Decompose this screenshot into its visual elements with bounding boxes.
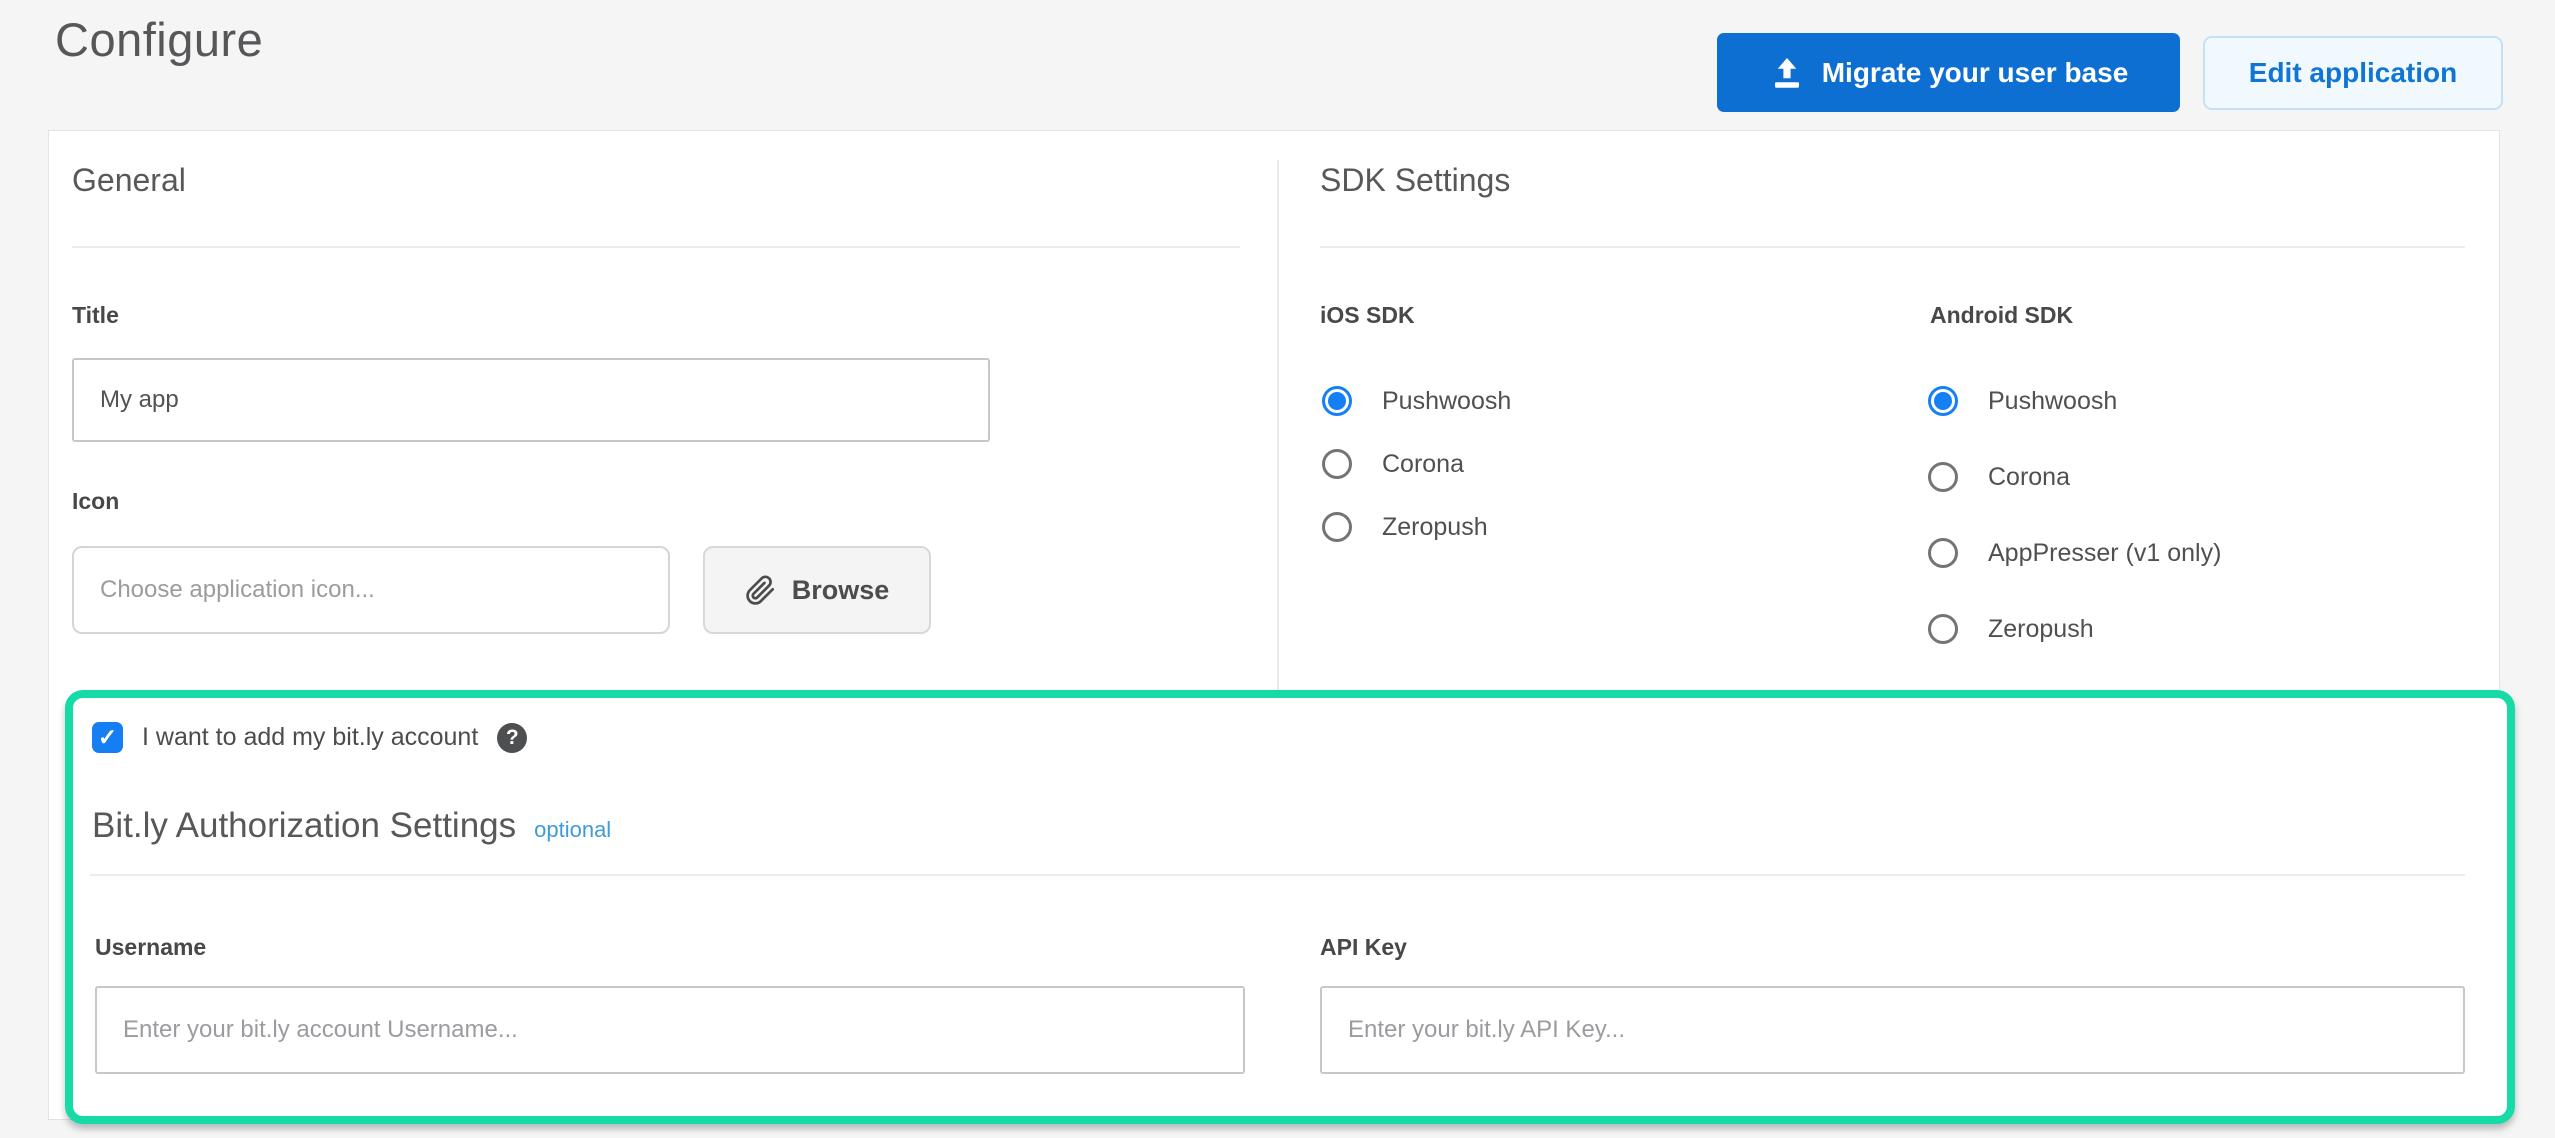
api-key-label: API Key — [1320, 934, 1407, 961]
radio-label: AppPresser (v1 only) — [1988, 539, 2221, 568]
browse-button-label: Browse — [792, 575, 890, 606]
icon-label: Icon — [72, 488, 119, 515]
edit-button-label: Edit application — [2249, 57, 2457, 89]
migrate-upload-icon — [1769, 55, 1805, 91]
username-label: Username — [95, 934, 206, 961]
bitly-checkbox-checked[interactable]: ✓ — [92, 722, 123, 753]
ios-radio-corona[interactable]: Corona — [1322, 449, 1464, 479]
browse-button[interactable]: Browse — [703, 546, 931, 634]
general-section-divider — [72, 246, 1240, 248]
radio-label: Pushwoosh — [1988, 387, 2117, 416]
ios-radio-zeropush[interactable]: Zeropush — [1322, 512, 1488, 542]
radio-unselected-icon[interactable] — [1928, 462, 1958, 492]
title-input[interactable] — [72, 358, 990, 442]
general-section-heading: General — [72, 162, 186, 199]
paperclip-icon — [745, 575, 776, 606]
radio-selected-icon[interactable] — [1928, 386, 1958, 416]
radio-unselected-icon[interactable] — [1322, 512, 1352, 542]
bitly-api-key-input[interactable] — [1320, 986, 2465, 1074]
radio-label: Pushwoosh — [1382, 387, 1511, 416]
column-divider — [1277, 160, 1279, 690]
radio-label: Corona — [1988, 463, 2070, 492]
radio-label: Corona — [1382, 450, 1464, 479]
bitly-heading-row: Bit.ly Authorization Settings optional — [92, 806, 611, 846]
android-radio-corona[interactable]: Corona — [1928, 462, 2070, 492]
radio-label: Zeropush — [1988, 615, 2094, 644]
android-sdk-label: Android SDK — [1930, 302, 2073, 329]
bitly-checkbox-label: I want to add my bit.ly account — [142, 723, 478, 752]
icon-filename-input[interactable] — [72, 546, 670, 634]
radio-unselected-icon[interactable] — [1928, 614, 1958, 644]
page-title: Configure — [55, 12, 263, 67]
ios-sdk-label: iOS SDK — [1320, 302, 1415, 329]
optional-badge: optional — [534, 817, 611, 843]
sdk-settings-heading: SDK Settings — [1320, 162, 1510, 199]
android-radio-pushwoosh[interactable]: Pushwoosh — [1928, 386, 2117, 416]
bitly-username-input[interactable] — [95, 986, 1245, 1074]
android-radio-zeropush[interactable]: Zeropush — [1928, 614, 2094, 644]
bitly-checkbox-row[interactable]: ✓ I want to add my bit.ly account ? — [92, 722, 527, 753]
radio-unselected-icon[interactable] — [1928, 538, 1958, 568]
radio-unselected-icon[interactable] — [1322, 449, 1352, 479]
android-radio-apppresser[interactable]: AppPresser (v1 only) — [1928, 538, 2221, 568]
migrate-button-label: Migrate your user base — [1822, 57, 2129, 89]
radio-label: Zeropush — [1382, 513, 1488, 542]
bitly-settings-heading: Bit.ly Authorization Settings — [92, 806, 516, 846]
title-label: Title — [72, 302, 119, 329]
radio-selected-icon[interactable] — [1322, 386, 1352, 416]
bitly-section-divider — [90, 874, 2465, 876]
edit-application-button[interactable]: Edit application — [2203, 36, 2503, 110]
ios-radio-pushwoosh[interactable]: Pushwoosh — [1322, 386, 1511, 416]
migrate-user-base-button[interactable]: Migrate your user base — [1717, 33, 2180, 112]
help-question-icon[interactable]: ? — [497, 723, 527, 753]
sdk-section-divider — [1320, 246, 2465, 248]
